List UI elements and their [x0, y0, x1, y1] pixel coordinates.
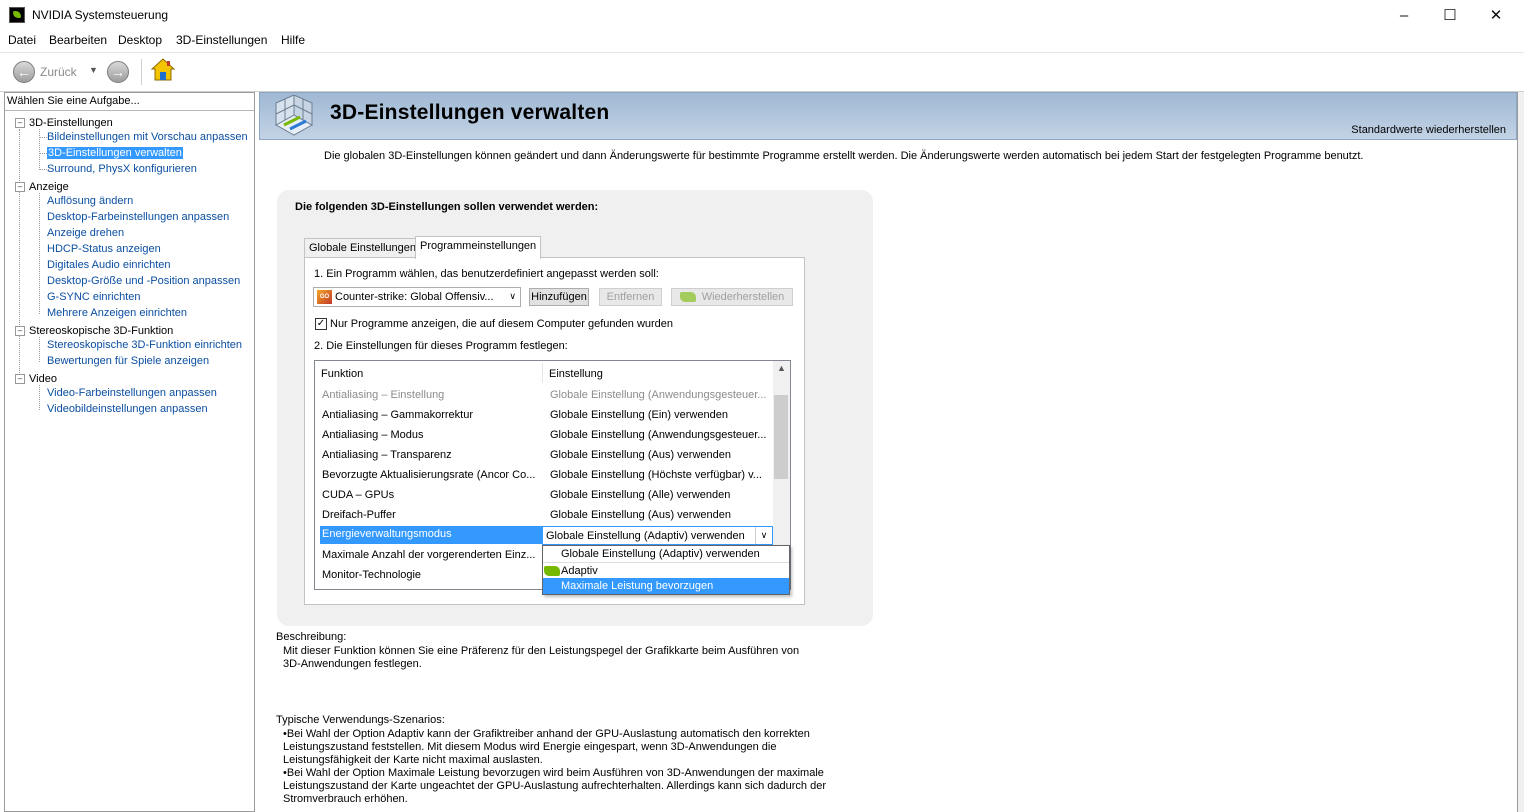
step1-label: 1. Ein Programm wählen, das benutzerdefi… — [314, 268, 659, 280]
sidebar-item-desktop-farbe[interactable]: Desktop-Farbeinstellungen anpassen — [47, 211, 229, 223]
description-text: Mit dieser Funktion können Sie eine Präf… — [283, 645, 800, 670]
page-title: 3D-Einstellungen verwalten — [330, 101, 610, 124]
sidebar-item-videobild[interactable]: Videobildeinstellungen anpassen — [47, 403, 208, 415]
usage-item-adaptiv: •Bei Wahl der Option Adaptiv kann der Gr… — [283, 728, 810, 766]
usage-text: •Bei Wahl der Option Adaptiv kann der Gr… — [283, 728, 863, 806]
sidebar-item-digitales-audio[interactable]: Digitales Audio einrichten — [47, 259, 171, 271]
nvidia-icon — [679, 292, 696, 302]
scrollbar-thumb[interactable] — [774, 395, 788, 479]
menu-datei[interactable]: Datei — [8, 33, 36, 47]
dropdown-option-max-leistung[interactable]: Maximale Leistung bevorzugen — [543, 578, 789, 594]
menu-hilfe[interactable]: Hilfe — [281, 33, 305, 47]
table-row[interactable]: Antialiasing – Modus Globale Einstellung … — [315, 426, 773, 446]
nvidia-icon — [544, 566, 560, 576]
sidebar-item-desktop-groesse[interactable]: Desktop-Größe und -Position anpassen — [47, 275, 240, 287]
settings-group-title: Die folgenden 3D-Einstellungen sollen ve… — [295, 201, 599, 213]
back-label[interactable]: Zurück — [40, 65, 77, 79]
add-program-button[interactable]: Hinzufügen — [529, 288, 589, 306]
maximize-button[interactable]: ☐ — [1427, 0, 1473, 30]
history-dropdown-icon[interactable]: ▼ — [89, 65, 98, 75]
forward-arrow-icon[interactable]: → — [107, 61, 129, 83]
usage-label: Typische Verwendungs-Szenarios: — [276, 714, 445, 726]
dropdown-option-adaptiv[interactable]: Adaptiv — [543, 562, 789, 579]
back-arrow-icon[interactable]: ← — [13, 61, 35, 83]
home-icon[interactable] — [150, 57, 176, 83]
sidebar-item-stereo-einrichten[interactable]: Stereoskopische 3D-Funktion einrichten — [47, 339, 242, 351]
table-row[interactable]: CUDA – GPUs Globale Einstellung (Alle) ve… — [315, 486, 773, 506]
title-bar: NVIDIA Systemsteuerung – ☐ ✕ — [0, 0, 1524, 30]
menu-desktop[interactable]: Desktop — [118, 33, 162, 47]
table-row-selected[interactable]: Energieverwaltungsmodus Globale Einstell… — [315, 526, 773, 546]
toolbar: ← Zurück ▼ → — [0, 52, 1524, 92]
menu-3d-einstellungen[interactable]: 3D-Einstellungen — [176, 33, 267, 47]
program-select-value: Counter-strike: Global Offensiv... — [335, 291, 494, 303]
collapse-icon[interactable]: – — [15, 374, 25, 384]
page-header: 3D-Einstellungen verwalten Standardwerte… — [259, 92, 1517, 140]
sidebar-item-gsync[interactable]: G-SYNC einrichten — [47, 291, 141, 303]
tree-category-3d[interactable]: –3D-Einstellungen — [15, 117, 113, 129]
step2-label: 2. Die Einstellungen für dieses Programm… — [314, 340, 568, 352]
dropdown-option-global[interactable]: Globale Einstellung (Adaptiv) verwenden — [543, 546, 789, 562]
remove-program-button[interactable]: Entfernen — [599, 288, 662, 306]
table-row[interactable]: Antialiasing – Einstellung Globale Einste… — [315, 386, 773, 406]
window-title: NVIDIA Systemsteuerung — [32, 8, 169, 22]
scroll-up-icon[interactable]: ▲ — [773, 363, 790, 373]
task-sidebar: Wählen Sie eine Aufgabe... –3D-Einstellu… — [4, 92, 255, 812]
tab-globale-einstellungen[interactable]: Globale Einstellungen — [304, 238, 422, 258]
setting-combobox[interactable]: Globale Einstellung (Adaptiv) verwenden … — [542, 526, 773, 545]
menu-bearbeiten[interactable]: Bearbeiten — [49, 33, 107, 47]
table-row[interactable]: Bevorzugte Aktualisierungsrate (Ancor Co… — [315, 466, 773, 486]
sidebar-item-anzeige-drehen[interactable]: Anzeige drehen — [47, 227, 124, 239]
collapse-icon[interactable]: – — [15, 182, 25, 192]
collapse-icon[interactable]: – — [15, 326, 25, 336]
chevron-down-icon: ∨ — [509, 291, 516, 301]
sidebar-item-bewertungen[interactable]: Bewertungen für Spiele anzeigen — [47, 355, 209, 367]
column-header-funktion[interactable]: Funktion — [321, 368, 363, 380]
sidebar-item-aufloesung[interactable]: Auflösung ändern — [47, 195, 133, 207]
table-row[interactable]: Antialiasing – Transparenz Globale Einste… — [315, 446, 773, 466]
sidebar-item-3d-verwalten[interactable]: 3D-Einstellungen verwalten — [47, 147, 183, 159]
restore-program-button[interactable]: Wiederherstellen — [671, 288, 793, 306]
column-separator — [542, 363, 543, 383]
show-only-found-label: Nur Programme anzeigen, die auf diesem C… — [330, 318, 674, 330]
collapse-icon[interactable]: – — [15, 118, 25, 128]
tab-programmeinstellungen[interactable]: Programmeinstellungen — [415, 236, 542, 259]
description-label: Beschreibung: — [276, 631, 347, 643]
window-right-border — [1517, 92, 1524, 812]
close-button[interactable]: ✕ — [1473, 0, 1519, 30]
tree-category-stereo[interactable]: – Stereoskopische 3D-Funktion — [15, 325, 173, 337]
sidebar-item-bildeinstellungen[interactable]: Bildeinstellungen mit Vorschau anpassen — [47, 131, 248, 143]
tree-category-video[interactable]: – Video — [15, 373, 57, 385]
minimize-button[interactable]: – — [1381, 0, 1427, 30]
column-header-einstellung[interactable]: Einstellung — [549, 368, 603, 380]
task-header: Wählen Sie eine Aufgabe... — [5, 93, 254, 111]
sidebar-item-hdcp[interactable]: HDCP-Status anzeigen — [47, 243, 161, 255]
table-row[interactable]: Dreifach-Puffer Globale Einstellung (Aus)… — [315, 506, 773, 526]
tree-category-anzeige[interactable]: – Anzeige — [15, 181, 69, 193]
tree-line — [19, 129, 20, 381]
setting-dropdown-list: Globale Einstellung (Adaptiv) verwenden … — [542, 545, 790, 595]
toolbar-divider — [141, 59, 142, 85]
show-only-found-checkbox[interactable]: ✓ — [315, 318, 327, 330]
sidebar-item-video-farbe[interactable]: Video-Farbeinstellungen anpassen — [47, 387, 217, 399]
table-row[interactable]: Antialiasing – Gammakorrektur Globale Ein… — [315, 406, 773, 426]
intro-text: Die globalen 3D-Einstellungen können geä… — [324, 150, 1364, 162]
chevron-down-icon[interactable]: ∨ — [755, 527, 772, 544]
restore-defaults-link[interactable]: Standardwerte wiederherstellen — [1351, 124, 1506, 136]
program-select[interactable]: GO Counter-strike: Global Offensiv... ∨ — [313, 287, 521, 307]
nvidia-app-icon — [9, 7, 25, 23]
menu-bar: Datei Bearbeiten Desktop 3D-Einstellunge… — [0, 30, 1524, 50]
csgo-icon: GO — [317, 290, 332, 304]
sidebar-item-mehrere-anzeigen[interactable]: Mehrere Anzeigen einrichten — [47, 307, 187, 319]
sidebar-item-surround-physx[interactable]: Surround, PhysX konfigurieren — [47, 163, 197, 175]
usage-item-max-leistung: •Bei Wahl der Option Maximale Leistung b… — [283, 767, 826, 805]
3d-settings-icon — [274, 95, 314, 136]
